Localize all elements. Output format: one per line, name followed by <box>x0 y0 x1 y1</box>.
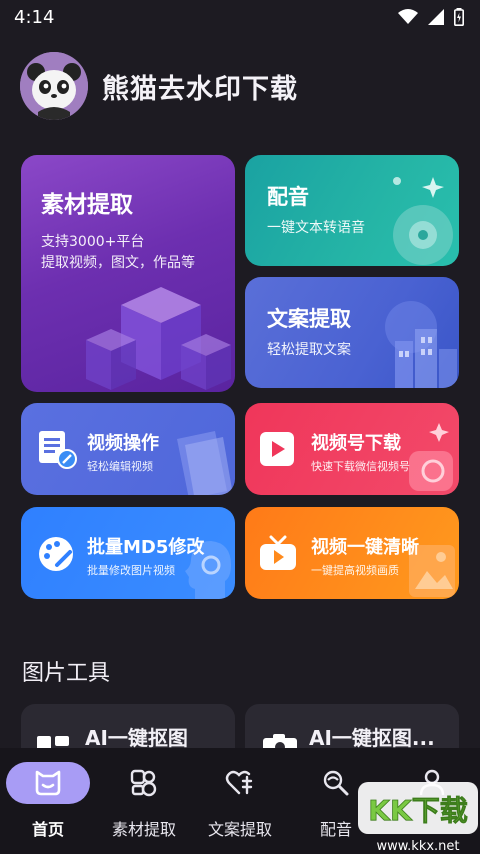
building-illustration <box>385 301 457 388</box>
image-tools-section-title: 图片工具 <box>22 661 111 686</box>
card-subtitle-line1: 支持3000+平台 <box>41 234 145 250</box>
cube-stack-illustration <box>86 287 231 390</box>
card-subtitle: 快速下载微信视频号 <box>311 460 410 473</box>
card-title: 素材提取 <box>41 192 133 218</box>
battery-icon <box>454 8 464 26</box>
card-subtitle-line2: 提取视频，图文，作品等 <box>41 255 195 271</box>
material-extract-card[interactable]: 素材提取 支持3000+平台 提取视频，图文，作品等 <box>21 155 235 392</box>
nav-label: 素材提取 <box>111 820 176 839</box>
camera-illustration <box>409 423 453 491</box>
status-bar: 4:14 <box>0 0 480 34</box>
nav-label: 首页 <box>31 820 64 839</box>
tool-label: AI一键抠图... <box>309 726 435 750</box>
tool-label: AI一键抠图 <box>85 726 188 750</box>
dub-card[interactable]: 配音 一键文本转语音 <box>245 155 459 266</box>
panda-avatar[interactable] <box>20 52 88 120</box>
card-title: 批量MD5修改 <box>87 537 205 558</box>
status-icons <box>398 8 464 26</box>
tv-play-icon <box>260 535 296 570</box>
card-title: 文案提取 <box>267 307 351 331</box>
video-enhance-card[interactable]: 视频一键清晰 一键提高视频画质 <box>245 507 459 599</box>
card-subtitle: 轻松提取文案 <box>267 342 351 358</box>
card-subtitle: 一键提高视频画质 <box>311 564 399 577</box>
wifi-icon <box>398 9 418 24</box>
card-title: 视频号下载 <box>311 433 401 454</box>
nav-home[interactable]: 首页 <box>0 762 96 846</box>
status-time: 4:14 <box>14 6 55 28</box>
copy-icon <box>198 762 282 804</box>
nav-label: 文案提取 <box>207 820 272 839</box>
home-face-icon <box>6 762 90 804</box>
card-subtitle: 一键文本转语音 <box>267 220 365 236</box>
material-icon <box>102 762 186 804</box>
paper-stack-illustration <box>177 431 233 495</box>
video-edit-card[interactable]: 视频操作 轻松编辑视频 <box>21 403 235 495</box>
document-edit-icon <box>39 431 77 469</box>
video-play-icon <box>260 432 294 466</box>
copy-extract-card[interactable]: 文案提取 轻松提取文案 <box>245 277 459 388</box>
nav-copy[interactable]: 文案提取 <box>192 762 288 846</box>
watermark-url: www.kkx.net <box>376 839 459 854</box>
card-title: 视频一键清晰 <box>311 537 419 558</box>
card-title: 配音 <box>267 185 309 209</box>
palette-icon <box>39 537 73 571</box>
channel-download-card[interactable]: 视频号下载 快速下载微信视频号 <box>245 403 459 495</box>
kkx-watermark: KK下载 www.kkx.net <box>356 780 480 854</box>
card-title: 视频操作 <box>87 433 159 454</box>
nav-label: 配音 <box>319 820 352 839</box>
watermark-logo-text: KK下载 <box>368 794 467 827</box>
app-title: 熊猫去水印下载 <box>102 73 298 105</box>
md5-modify-card[interactable]: 批量MD5修改 批量修改图片视频 <box>21 507 235 599</box>
signal-icon <box>428 9 444 25</box>
card-subtitle: 批量修改图片视频 <box>87 564 175 577</box>
disc-illustration <box>393 177 453 265</box>
card-subtitle: 轻松编辑视频 <box>87 460 153 473</box>
app-header: 熊猫去水印下载 <box>20 52 298 120</box>
nav-material[interactable]: 素材提取 <box>96 762 192 846</box>
